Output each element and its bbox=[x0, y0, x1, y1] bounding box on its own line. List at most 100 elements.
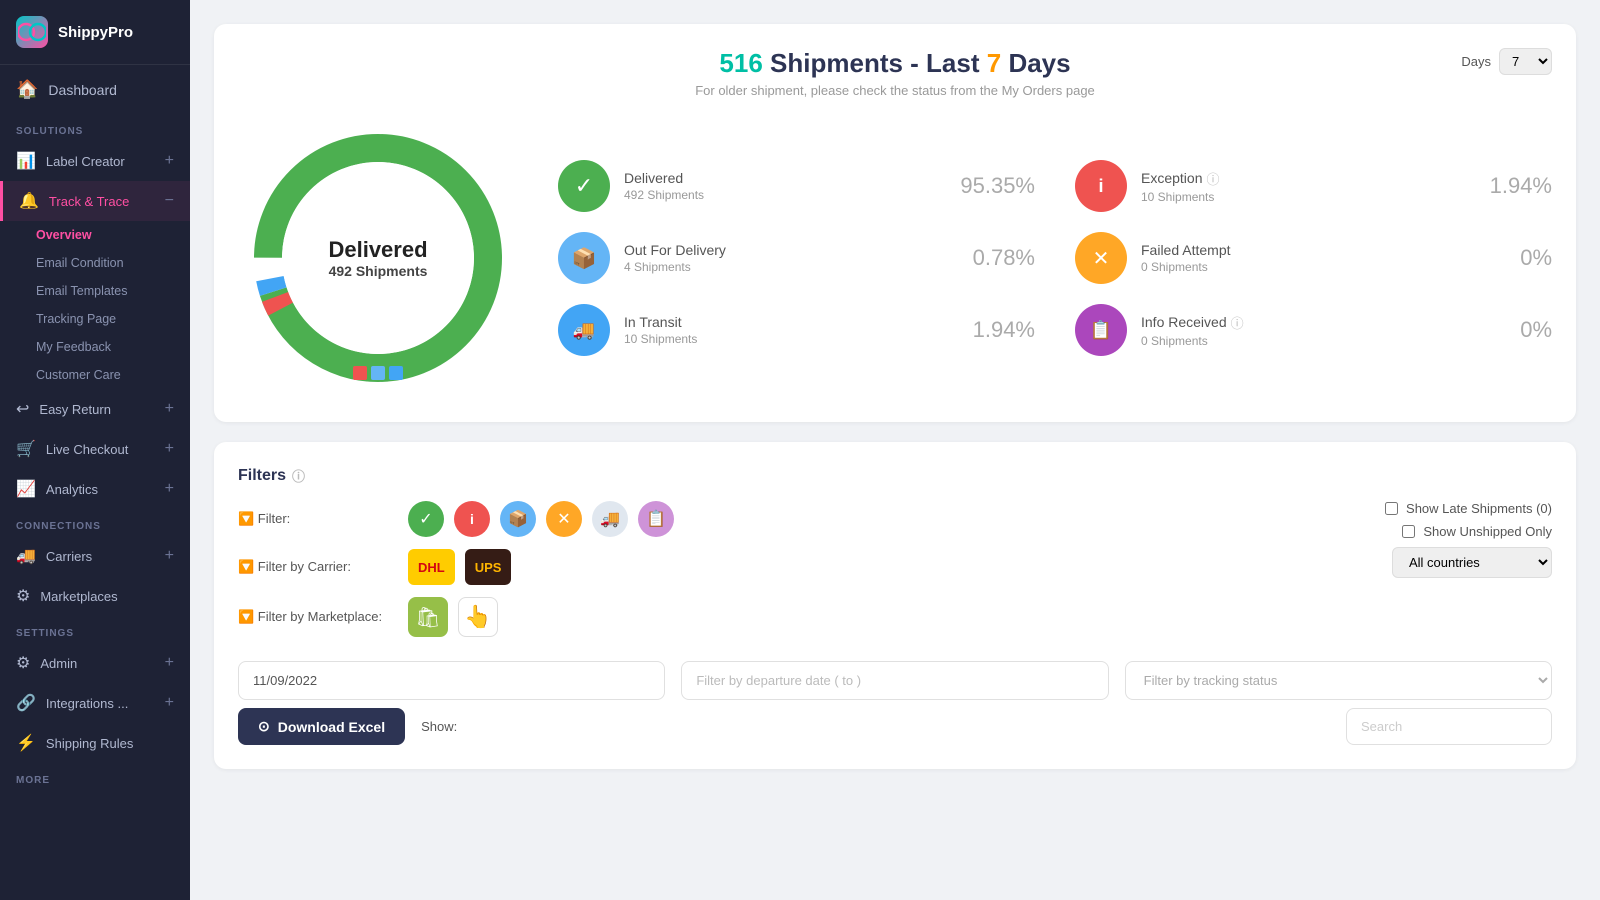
carriers-icon: 🚚 bbox=[16, 546, 36, 566]
search-input[interactable] bbox=[1346, 708, 1552, 745]
sidebar-item-label-creator[interactable]: 📊 Label Creator + bbox=[0, 141, 190, 181]
sidebar-sub-customer-care[interactable]: Customer Care bbox=[0, 361, 190, 389]
stat-label-out-for-delivery: Out For Delivery bbox=[624, 242, 959, 258]
sidebar-carriers-text: Carriers bbox=[46, 549, 92, 564]
easy-return-plus[interactable]: + bbox=[165, 400, 174, 418]
stat-row-failed-attempt: ✕ Failed Attempt 0 Shipments 0% bbox=[1075, 232, 1552, 284]
filter-carrier-label: 🔽 Filter by Carrier: bbox=[238, 559, 398, 575]
shipping-rules-icon: ⚡ bbox=[16, 733, 36, 753]
section-settings: SETTINGS bbox=[0, 616, 190, 643]
filter-btn-info-received[interactable]: 📋 bbox=[638, 501, 674, 537]
stat-row-info-received: 📋 Info Received ⓘ 0 Shipments 0% bbox=[1075, 304, 1552, 356]
logo[interactable]: ShippyPro bbox=[0, 0, 190, 65]
stat-row-in-transit: 🚚 In Transit 10 Shipments 1.94% bbox=[558, 304, 1035, 356]
sidebar-marketplaces-text: Marketplaces bbox=[40, 589, 117, 604]
stat-info-failed-attempt: Failed Attempt 0 Shipments bbox=[1141, 242, 1506, 274]
tracking-status-select[interactable]: Filter by tracking status Delivered In T… bbox=[1125, 661, 1552, 700]
sidebar-sub-email-condition[interactable]: Email Condition bbox=[0, 249, 190, 277]
sidebar-live-checkout-text: Live Checkout bbox=[46, 442, 128, 457]
admin-plus[interactable]: + bbox=[165, 654, 174, 672]
donut-center: Delivered 492 Shipments bbox=[328, 237, 427, 279]
filters-title-text: Filters bbox=[238, 467, 286, 485]
filter-btn-out-for-delivery[interactable]: 📦 bbox=[500, 501, 536, 537]
show-late-checkbox-row[interactable]: Show Late Shipments (0) bbox=[1385, 501, 1552, 516]
sidebar-integrations-text: Integrations ... bbox=[46, 696, 128, 711]
stat-info-in-transit: In Transit 10 Shipments bbox=[624, 314, 959, 346]
stat-pct-info-received: 0% bbox=[1520, 317, 1552, 343]
live-checkout-plus[interactable]: + bbox=[165, 440, 174, 458]
label-creator-plus[interactable]: + bbox=[165, 152, 174, 170]
stat-count-delivered: 492 Shipments bbox=[624, 188, 946, 202]
integrations-icon: 🔗 bbox=[16, 693, 36, 713]
stat-label-exception: Exception ⓘ bbox=[1141, 169, 1476, 188]
sidebar-sub-email-templates[interactable]: Email Templates bbox=[0, 277, 190, 305]
sidebar-item-track-trace[interactable]: 🔔 Track & Trace − bbox=[0, 181, 190, 221]
info-received-info-icon[interactable]: ⓘ bbox=[1231, 313, 1244, 332]
logo-text: ShippyPro bbox=[58, 24, 133, 41]
main-content: 516 Shipments - Last 7 Days For older sh… bbox=[190, 0, 1600, 900]
sidebar-item-live-checkout[interactable]: 🛒 Live Checkout + bbox=[0, 429, 190, 469]
filter-btn-delivered[interactable]: ✓ bbox=[408, 501, 444, 537]
carriers-plus[interactable]: + bbox=[165, 547, 174, 565]
stat-pct-out-for-delivery: 0.78% bbox=[973, 245, 1035, 271]
download-excel-button[interactable]: ⊙ Download Excel bbox=[238, 708, 405, 745]
shipments-count: 516 bbox=[719, 48, 762, 78]
stat-info-delivered: Delivered 492 Shipments bbox=[624, 170, 946, 202]
days-select[interactable]: 7 14 30 60 90 bbox=[1499, 48, 1552, 75]
filters-title: Filters ⓘ bbox=[238, 466, 1552, 485]
section-connections: CONNECTIONS bbox=[0, 509, 190, 536]
sidebar-item-easy-return[interactable]: ↩ Easy Return + bbox=[0, 389, 190, 429]
filter-marketplace-row: 🔽 Filter by Marketplace: 🛍 👆 bbox=[238, 597, 1385, 637]
stat-pct-delivered: 95.35% bbox=[960, 173, 1035, 199]
sidebar-track-trace-text: Track & Trace bbox=[49, 194, 129, 209]
integrations-plus[interactable]: + bbox=[165, 694, 174, 712]
show-unshipped-checkbox-row[interactable]: Show Unshipped Only bbox=[1402, 524, 1552, 539]
show-late-checkbox[interactable] bbox=[1385, 502, 1398, 515]
sidebar-item-carriers[interactable]: 🚚 Carriers + bbox=[0, 536, 190, 576]
track-trace-minus[interactable]: − bbox=[165, 192, 174, 210]
filter-btn-in-transit[interactable]: 🚚 bbox=[592, 501, 628, 537]
filter-btn-failed-attempt[interactable]: ✕ bbox=[546, 501, 582, 537]
sidebar-sub-my-feedback[interactable]: My Feedback bbox=[0, 333, 190, 361]
stat-info-out-for-delivery: Out For Delivery 4 Shipments bbox=[624, 242, 959, 274]
analytics-plus[interactable]: + bbox=[165, 480, 174, 498]
sidebar-sub-tracking-page[interactable]: Tracking Page bbox=[0, 305, 190, 333]
filters-info-icon[interactable]: ⓘ bbox=[292, 466, 305, 485]
admin-icon: ⚙ bbox=[16, 653, 30, 673]
live-checkout-icon: 🛒 bbox=[16, 439, 36, 459]
show-unshipped-checkbox[interactable] bbox=[1402, 525, 1415, 538]
date-to-input[interactable] bbox=[681, 661, 1108, 700]
stat-pct-failed-attempt: 0% bbox=[1520, 245, 1552, 271]
sidebar-sub-overview[interactable]: Overview bbox=[0, 221, 190, 249]
stat-row-out-for-delivery: 📦 Out For Delivery 4 Shipments 0.78% bbox=[558, 232, 1035, 284]
filter-btn-exception[interactable]: i bbox=[454, 501, 490, 537]
sidebar-item-analytics[interactable]: 📈 Analytics + bbox=[0, 469, 190, 509]
stat-row-delivered: ✓ Delivered 492 Shipments 95.35% bbox=[558, 160, 1035, 212]
sidebar-item-marketplaces[interactable]: ⚙ Marketplaces bbox=[0, 576, 190, 616]
carrier-dhl[interactable]: DHL bbox=[408, 549, 455, 585]
sidebar-item-shipping-rules[interactable]: ⚡ Shipping Rules bbox=[0, 723, 190, 763]
country-select[interactable]: All countries Italy Germany France Spain… bbox=[1392, 547, 1552, 578]
donut-center-label: Delivered bbox=[328, 237, 427, 263]
logo-icon bbox=[16, 16, 48, 48]
marketplace-shopify[interactable]: 🛍 bbox=[408, 597, 448, 637]
stat-count-failed-attempt: 0 Shipments bbox=[1141, 260, 1506, 274]
analytics-icon: 📈 bbox=[16, 479, 36, 499]
marketplace-cursor[interactable]: 👆 bbox=[458, 597, 498, 637]
sidebar-admin-text: Admin bbox=[40, 656, 77, 671]
filters-card: Filters ⓘ 🔽 Filter: ✓ i 📦 ✕ 🚚 📋 bbox=[214, 442, 1576, 769]
sidebar-item-admin[interactable]: ⚙ Admin + bbox=[0, 643, 190, 683]
exception-info-icon[interactable]: ⓘ bbox=[1206, 169, 1219, 188]
dashboard-item[interactable]: 🏠 Dashboard bbox=[0, 65, 190, 114]
stats-area: ✓ Delivered 492 Shipments 95.35% i Excep… bbox=[558, 160, 1552, 356]
days-selector: Days 7 14 30 60 90 bbox=[1461, 48, 1552, 75]
filter-status-row: 🔽 Filter: ✓ i 📦 ✕ 🚚 📋 bbox=[238, 501, 1385, 537]
sidebar-item-integrations[interactable]: 🔗 Integrations ... + bbox=[0, 683, 190, 723]
carrier-ups[interactable]: UPS bbox=[465, 549, 512, 585]
donut-chart: Delivered 492 Shipments bbox=[238, 118, 518, 398]
filter-inputs-row: Filter by tracking status Delivered In T… bbox=[238, 661, 1552, 700]
filter-marketplace-label: 🔽 Filter by Marketplace: bbox=[238, 609, 398, 625]
marketplaces-icon: ⚙ bbox=[16, 586, 30, 606]
stat-info-exception: Exception ⓘ 10 Shipments bbox=[1141, 169, 1476, 204]
date-from-input[interactable] bbox=[238, 661, 665, 700]
